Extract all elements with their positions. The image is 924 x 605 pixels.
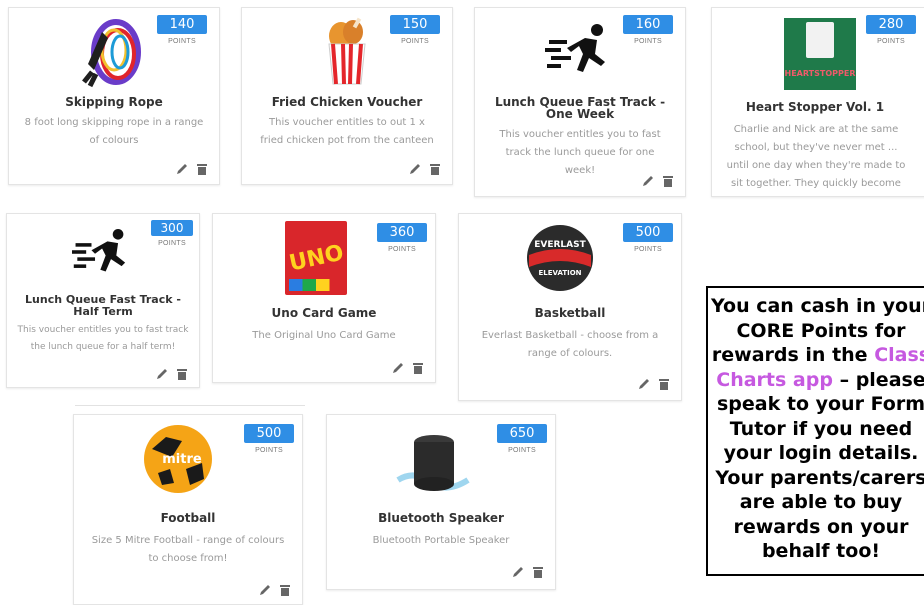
reward-title: Uno Card Game xyxy=(271,306,377,320)
basketball-image: EVERLAST ELEVATION xyxy=(459,220,681,296)
edit-pencil-icon[interactable] xyxy=(391,361,405,375)
edit-pencil-icon[interactable] xyxy=(155,367,169,381)
reward-description: Size 5 Mitre Football - range of colours… xyxy=(91,535,285,564)
reward-title: Skipping Rope xyxy=(65,95,163,109)
reward-card-heartstopper[interactable]: 280 POINTS HEARTSTOPPER Heart Stopper Vol… xyxy=(711,7,924,197)
reward-card-skipping-rope[interactable]: 140 POINTS Skipping Rope 8 foot long skip… xyxy=(8,7,220,185)
delete-trash-icon[interactable] xyxy=(531,565,545,579)
reward-card-football[interactable]: 500 POINTS mitre Football Size 5 Mitre Fo… xyxy=(73,414,303,605)
card-actions xyxy=(511,565,545,579)
reward-title: Lunch Queue Fast Track - Half Term xyxy=(25,293,181,318)
card-actions xyxy=(258,583,292,597)
svg-text:ELEVATION: ELEVATION xyxy=(538,269,581,277)
running-person-icon xyxy=(7,214,199,290)
card-actions xyxy=(641,174,675,188)
reward-title: Heart Stopper Vol. 1 xyxy=(745,100,885,114)
reward-card-fried-chicken[interactable]: 150 POINTS Fried Chicken Voucher This vou… xyxy=(241,7,453,185)
reward-description: Bluetooth Portable Speaker xyxy=(372,535,510,546)
football-image: mitre xyxy=(74,421,302,497)
edit-pencil-icon[interactable] xyxy=(175,162,189,176)
edit-pencil-icon[interactable] xyxy=(641,174,655,188)
svg-text:mitre: mitre xyxy=(162,452,202,467)
reward-title: Fried Chicken Voucher xyxy=(271,95,423,109)
edit-pencil-icon[interactable] xyxy=(408,162,422,176)
card-actions xyxy=(637,377,671,391)
reward-card-speaker[interactable]: 650 POINTS Bluetooth Speaker Bluetooth Po… xyxy=(326,414,556,590)
reward-title: Football xyxy=(160,511,216,525)
reward-card-uno[interactable]: 360 POINTS UNO Uno Card Game The Original… xyxy=(212,213,436,383)
fried-chicken-image xyxy=(242,10,452,90)
book-cover-image: HEARTSTOPPER xyxy=(712,14,924,94)
delete-trash-icon[interactable] xyxy=(175,367,189,381)
reward-card-lunch-week[interactable]: 160 POINTS Lunch Queue Fast Track - One W… xyxy=(474,7,686,197)
reward-description: 8 foot long skipping rope in a range of … xyxy=(24,117,204,146)
reward-title: Basketball xyxy=(534,306,606,320)
card-actions xyxy=(408,162,442,176)
reward-title: Lunch Queue Fast Track - One Week xyxy=(494,95,666,121)
class-charts-notice: You can cash in your CORE Points for rew… xyxy=(706,286,924,576)
skipping-rope-image xyxy=(9,10,219,90)
reward-description: This voucher entitles you to fast track … xyxy=(17,325,189,352)
edit-pencil-icon[interactable] xyxy=(258,583,272,597)
reward-card-basketball[interactable]: 500 POINTS EVERLAST ELEVATION Basketball … xyxy=(458,213,682,401)
delete-trash-icon[interactable] xyxy=(428,162,442,176)
uno-box-image: UNO xyxy=(213,218,435,298)
reward-title: Bluetooth Speaker xyxy=(378,511,504,525)
reward-description: Everlast Basketball - choose from a rang… xyxy=(481,330,659,359)
edit-pencil-icon[interactable] xyxy=(637,377,651,391)
reward-description: This voucher entitles you to fast track … xyxy=(499,129,661,176)
running-person-icon xyxy=(475,10,685,90)
reward-card-lunch-term[interactable]: 300 POINTS Lunch Queue Fast Track - Half … xyxy=(6,213,200,388)
speaker-image xyxy=(327,425,555,501)
row-divider xyxy=(75,405,305,406)
card-actions xyxy=(155,367,189,381)
edit-pencil-icon[interactable] xyxy=(511,565,525,579)
reward-description: This voucher entitles to out 1 x fried c… xyxy=(260,117,434,146)
card-actions xyxy=(175,162,209,176)
reward-description: The Original Uno Card Game xyxy=(252,330,396,341)
delete-trash-icon[interactable] xyxy=(278,583,292,597)
delete-trash-icon[interactable] xyxy=(661,174,675,188)
card-actions xyxy=(391,361,425,375)
delete-trash-icon[interactable] xyxy=(657,377,671,391)
svg-text:EVERLAST: EVERLAST xyxy=(534,240,586,250)
reward-description: Charlie and Nick are at the same school,… xyxy=(726,124,906,189)
delete-trash-icon[interactable] xyxy=(411,361,425,375)
notice-text: You can cash in your CORE Points for rew… xyxy=(708,294,924,564)
delete-trash-icon[interactable] xyxy=(195,162,209,176)
